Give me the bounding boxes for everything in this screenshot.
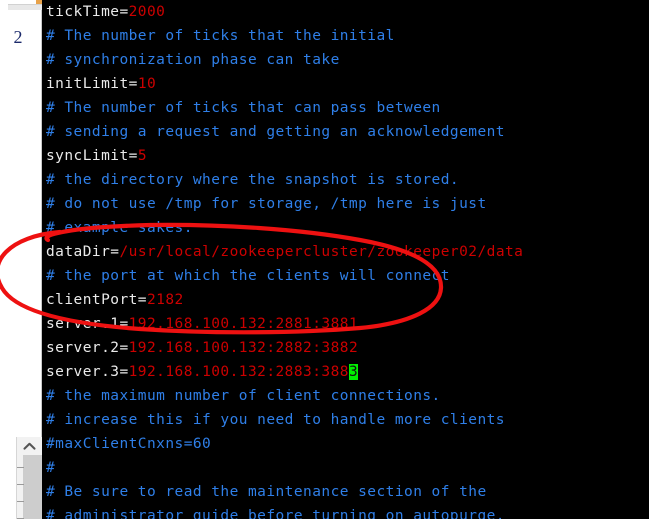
code-line: # increase this if you need to handle mo… [46,408,649,432]
scroll-up-button[interactable] [17,437,42,455]
code-token-cmt: # do not use /tmp for storage, /tmp here… [46,196,487,212]
code-line: # example sakes. [46,216,649,240]
code-token-cmt: # example sakes. [46,220,193,236]
code-token-cmt: # The number of ticks that the initial [46,28,395,44]
code-token-cmt: #maxClientCnxns=60 [46,436,212,452]
code-line: syncLimit=5 [46,144,649,168]
code-line: server.1=192.168.100.132:2881:3881 [46,312,649,336]
code-line: server.3=192.168.100.132:2883:3883 [46,360,649,384]
code-token-val: 10 [137,76,157,92]
code-token-cmt: # [46,460,56,476]
screenshot-root: 2 tickTime=2000 # The number of ticks tha… [0,0,649,519]
code-line: tickTime=2000 [46,0,649,24]
code-token-key: server.1= [46,316,129,332]
code-line: # Be sure to read the maintenance sectio… [46,480,649,504]
scrollbar-thumb[interactable] [23,455,42,519]
gutter-top-bar [8,4,42,10]
code-token-cmt: # synchronization phase can take [46,52,340,68]
code-token-val: 2000 [128,4,166,20]
code-token-key: server.2= [46,340,129,356]
scrollbar-tick [17,467,24,468]
code-line: initLimit=10 [46,72,649,96]
code-line: # the port at which the clients will con… [46,264,649,288]
code-line: clientPort=2182 [46,288,649,312]
code-line: # The number of ticks that can pass betw… [46,96,649,120]
code-line: dataDir=/usr/local/zookeepercluster/zook… [46,240,649,264]
code-line: #maxClientCnxns=60 [46,432,649,456]
code-token-val: 2182 [146,292,184,308]
code-token-key: initLimit= [46,76,138,92]
code-line: # the directory where the snapshot is st… [46,168,649,192]
code-token-val: 192.168.100.132:2883:388 [128,364,349,380]
code-token-key: dataDir= [46,244,120,260]
code-token-cmt: # the port at which the clients will con… [46,268,450,284]
code-line: # [46,456,649,480]
code-token-val: 5 [137,148,147,164]
config-file-text: tickTime=2000 # The number of ticks that … [46,0,649,519]
code-token-cursor: 3 [348,364,359,380]
code-token-cmt: # the maximum number of client connectio… [46,388,441,404]
scrollbar-tick [17,484,24,485]
code-line: # synchronization phase can take [46,48,649,72]
code-token-val: /usr/local/zookeepercluster/zookeeper02/… [119,244,524,260]
vertical-scrollbar[interactable] [16,437,42,519]
code-token-key: clientPort= [46,292,147,308]
code-line: # sending a request and getting an ackno… [46,120,649,144]
code-token-val: 192.168.100.132:2882:3882 [128,340,359,356]
code-line: # administrator guide before turning on … [46,504,649,519]
pane-number: 2 [13,27,23,47]
code-token-key: tickTime= [46,4,129,20]
code-token-cmt: # increase this if you need to handle mo… [46,412,505,428]
code-token-val: 192.168.100.132:2881:3881 [128,316,359,332]
code-line: # The number of ticks that the initial [46,24,649,48]
code-token-key: server.3= [46,364,129,380]
code-token-cmt: # Be sure to read the maintenance sectio… [46,484,487,500]
code-token-cmt: # the directory where the snapshot is st… [46,172,460,188]
code-token-key: syncLimit= [46,148,138,164]
code-line: server.2=192.168.100.132:2882:3882 [46,336,649,360]
terminal-pane[interactable]: tickTime=2000 # The number of ticks that … [42,0,649,519]
scrollbar-tick [17,501,24,502]
code-line: # do not use /tmp for storage, /tmp here… [46,192,649,216]
code-token-cmt: # The number of ticks that can pass betw… [46,100,441,116]
code-token-cmt: # administrator guide before turning on … [46,508,505,519]
code-line: # the maximum number of client connectio… [46,384,649,408]
scroll-up-arrow-icon [23,442,36,451]
code-token-cmt: # sending a request and getting an ackno… [46,124,505,140]
